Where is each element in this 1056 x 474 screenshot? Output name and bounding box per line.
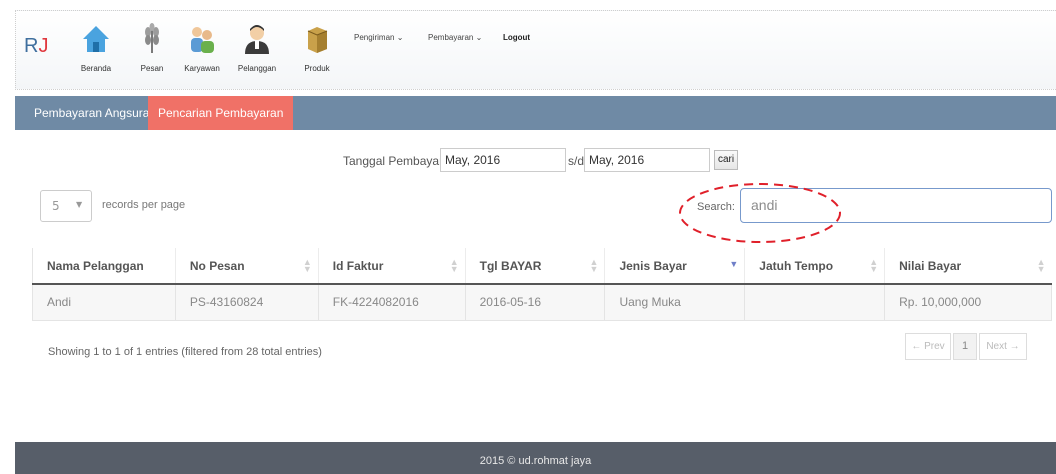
home-icon — [83, 26, 109, 52]
customer-icon — [245, 25, 269, 54]
wheat-icon — [145, 23, 159, 53]
sort-icon: ▲ ▼ — [302, 257, 312, 274]
date-from-input[interactable]: May, 2016 — [440, 148, 566, 172]
col-header-jatuh-tempo[interactable]: Jatuh Tempo ▲ ▼ — [744, 248, 885, 285]
cell-tgl-bayar: 2016-05-16 — [464, 283, 606, 321]
col-header-id-faktur[interactable]: Id Faktur ▲ ▼ — [317, 248, 466, 285]
chevron-down-icon: ▼ — [76, 200, 83, 209]
nav-produk[interactable]: Produk — [291, 23, 343, 73]
col-header-jenis-bayar[interactable]: Jenis Bayar ▼ — [604, 248, 745, 285]
sort-icon: ▲ ▼ — [449, 257, 459, 274]
records-per-page-select[interactable]: 5 ▼ — [40, 190, 92, 222]
search-date-button[interactable]: cari — [714, 150, 738, 170]
page-1-button[interactable]: 1 — [953, 333, 977, 360]
cell-nilai-bayar: Rp. 10,000,000 — [884, 283, 1052, 321]
records-per-page-label: records per page — [102, 199, 186, 211]
sort-icon: ▲ ▼ — [1036, 257, 1046, 274]
search-label: Search: — [697, 201, 735, 213]
date-to-input[interactable]: May, 2016 — [584, 148, 710, 172]
payments-table: Nama Pelanggan No Pesan ▲ ▼ Id Faktur ▲ ▼ Tg… — [32, 248, 1052, 321]
table-info: Showing 1 to 1 of 1 entries (filtered fr… — [48, 346, 322, 358]
cell-id-faktur: FK-4224082016 — [317, 283, 466, 321]
menu-pembayaran[interactable]: Pembayaran ⌄ — [428, 33, 482, 42]
nav-label: Produk — [304, 64, 330, 73]
nav-label: Pelanggan — [237, 64, 277, 73]
cell-jenis-bayar: Uang Muka — [604, 283, 746, 321]
col-header-tgl-bayar[interactable]: Tgl BAYAR ▲ ▼ — [464, 248, 605, 285]
sort-desc-icon: ▼ — [729, 259, 739, 269]
col-header-nama-pelanggan[interactable]: Nama Pelanggan — [32, 248, 176, 285]
employees-icon — [191, 27, 214, 53]
table-header-row: Nama Pelanggan No Pesan ▲ ▼ Id Faktur ▲ ▼ Tg… — [32, 248, 1052, 285]
nav-label: Beranda — [80, 64, 112, 73]
search-input[interactable]: andi — [740, 188, 1052, 223]
nav-beranda[interactable]: Beranda — [70, 23, 122, 73]
table-row: Andi PS-43160824 FK-4224082016 2016-05-1… — [32, 283, 1052, 321]
cell-nama-pelanggan: Andi — [32, 283, 176, 321]
nav-label: Pesan — [140, 64, 164, 73]
records-per-page-value: 5 — [52, 199, 60, 213]
menu-pengiriman[interactable]: Pengiriman ⌄ — [354, 33, 403, 42]
tab-bar: Pembayaran Angsuran Pencarian Pembayaran — [15, 96, 1056, 130]
box-icon — [307, 27, 328, 53]
tab-pencarian-pembayaran[interactable]: Pencarian Pembayaran — [148, 96, 294, 130]
nav-pesan[interactable]: Pesan — [126, 23, 178, 73]
cell-no-pesan: PS-43160824 — [174, 283, 319, 321]
nav-label: Karyawan — [184, 64, 220, 73]
sort-icon: ▲ ▼ — [869, 257, 879, 274]
prev-page-button[interactable]: ← Prev — [905, 333, 951, 360]
logout-link[interactable]: Logout — [503, 33, 530, 42]
col-header-nilai-bayar[interactable]: Nilai Bayar ▲ ▼ — [884, 248, 1052, 285]
nav-karyawan[interactable]: Karyawan — [176, 23, 228, 73]
tab-pembayaran-angsuran[interactable]: Pembayaran Angsuran — [24, 96, 166, 130]
sort-icon: ▲ ▼ — [589, 257, 599, 274]
cell-jatuh-tempo — [744, 283, 886, 321]
footer: 2015 © ud.rohmat jaya — [15, 442, 1056, 474]
date-range-separator: s/d — [568, 154, 585, 168]
brand-logo[interactable]: RJ — [24, 35, 48, 58]
nav-pelanggan[interactable]: Pelanggan — [231, 23, 283, 73]
col-header-no-pesan[interactable]: No Pesan ▲ ▼ — [174, 248, 319, 285]
app-header: RJ Beranda Pesan Karyawan Pelanggan Prod… — [15, 10, 1056, 90]
next-page-button[interactable]: Next → — [979, 333, 1027, 360]
